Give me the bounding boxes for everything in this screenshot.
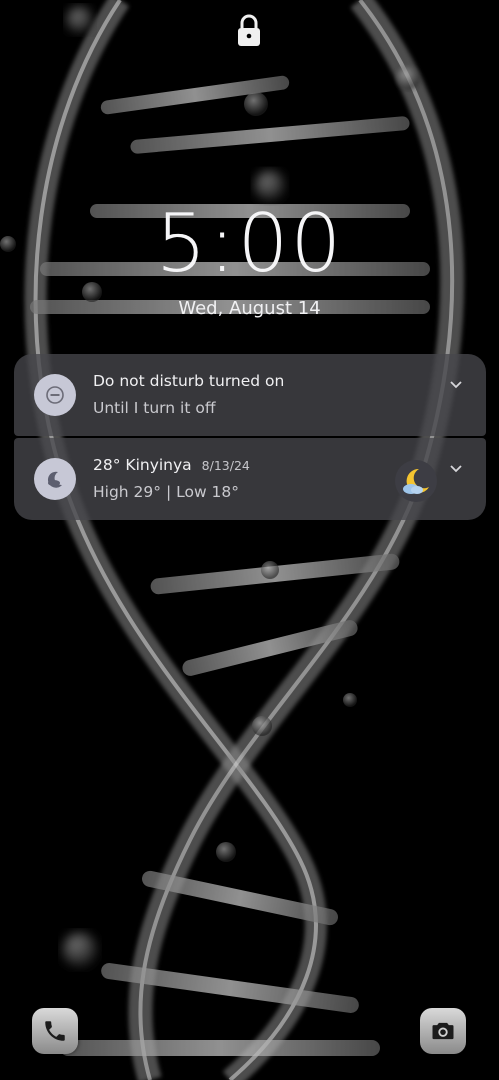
notification-weather[interactable]: 28° Kinyinya 8/13/24 High 29° | Low 18° [14,438,486,520]
notification-time: 8/13/24 [201,458,250,473]
notification-subtitle: Until I turn it off [93,399,216,417]
phone-shortcut-button[interactable] [32,1008,78,1054]
notification-title: Do not disturb turned on [93,372,285,390]
weather-temp-location: 28° Kinyinya [93,456,192,474]
notification-dnd[interactable]: Do not disturb turned on Until I turn it… [14,354,486,436]
notification-title: 28° Kinyinya 8/13/24 [93,456,250,474]
phone-icon [45,1021,65,1041]
camera-icon [432,1022,454,1040]
lock-date: Wed, August 14 [178,298,321,319]
camera-shortcut-button[interactable] [420,1008,466,1054]
lock-clock: 5:00 [155,197,344,290]
moon-icon [34,458,76,500]
dna-wallpaper [0,0,499,1080]
lock-icon[interactable] [236,14,262,48]
chevron-down-icon[interactable] [446,374,466,394]
chevron-down-icon[interactable] [446,458,466,478]
do-not-disturb-icon [34,374,76,416]
notification-subtitle: High 29° | Low 18° [93,483,240,501]
moon-cloud-icon [395,460,437,502]
